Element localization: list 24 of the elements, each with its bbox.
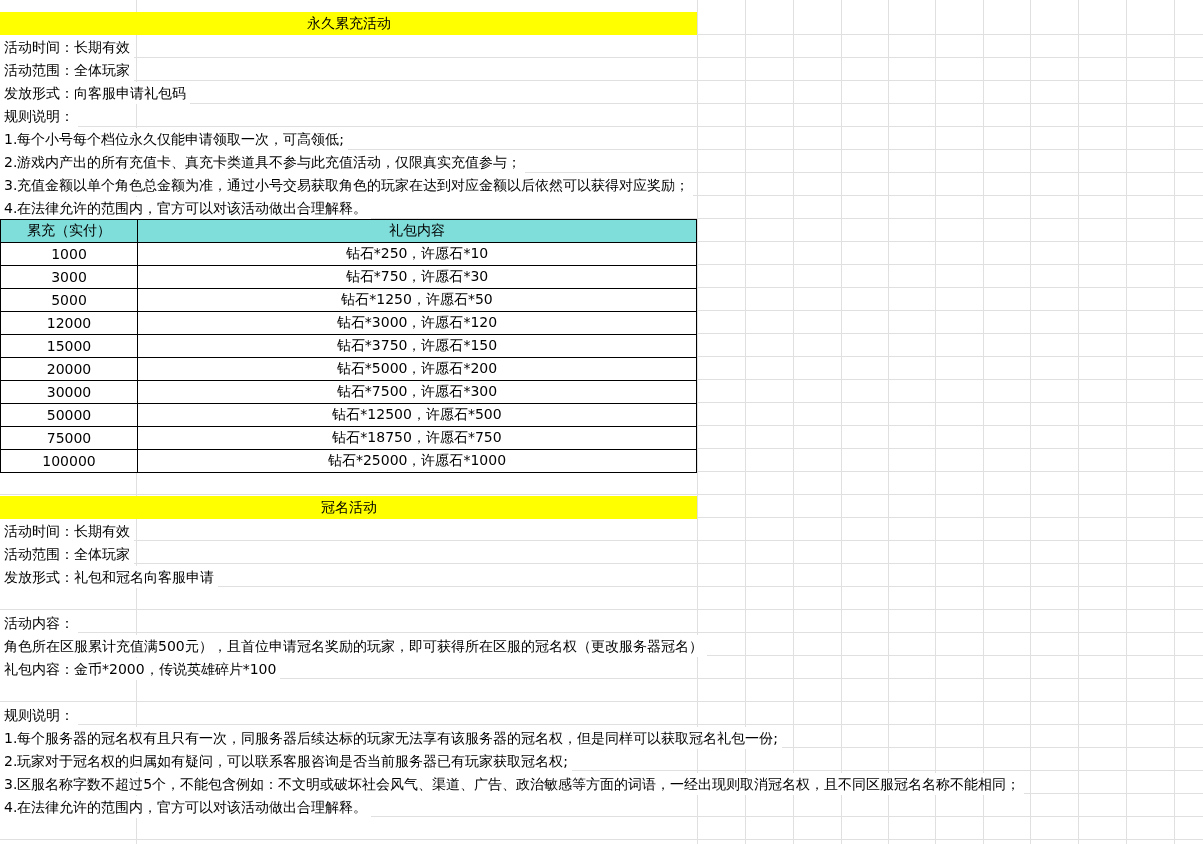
table-cell: 20000 — [0, 357, 138, 381]
table-cell: 钻石*3750，许愿石*150 — [137, 334, 697, 358]
table-cell: 钻石*25000，许愿石*1000 — [137, 449, 697, 473]
table-cell: 钻石*5000，许愿石*200 — [137, 357, 697, 381]
table-cell: 钻石*250，许愿石*10 — [137, 242, 697, 266]
table-cell: 钻石*1250，许愿石*50 — [137, 288, 697, 312]
table-header-cell: 礼包内容 — [137, 219, 697, 243]
table-cell: 3000 — [0, 265, 138, 289]
table-cell: 钻石*7500，许愿石*300 — [137, 380, 697, 404]
section-title: 冠名活动 — [0, 496, 697, 519]
table-cell: 75000 — [0, 426, 138, 450]
table-cell: 1000 — [0, 242, 138, 266]
table-cell: 100000 — [0, 449, 138, 473]
table-cell: 50000 — [0, 403, 138, 427]
table-cell: 钻石*750，许愿石*30 — [137, 265, 697, 289]
table-cell: 钻石*3000，许愿石*120 — [137, 311, 697, 335]
table-cell: 钻石*18750，许愿石*750 — [137, 426, 697, 450]
table-cell: 15000 — [0, 334, 138, 358]
table-cell: 钻石*12500，许愿石*500 — [137, 403, 697, 427]
section-title: 永久累充活动 — [0, 12, 697, 35]
table-cell: 12000 — [0, 311, 138, 335]
table-cell: 5000 — [0, 288, 138, 312]
table-header-cell: 累充（实付） — [0, 219, 138, 243]
table-cell: 30000 — [0, 380, 138, 404]
